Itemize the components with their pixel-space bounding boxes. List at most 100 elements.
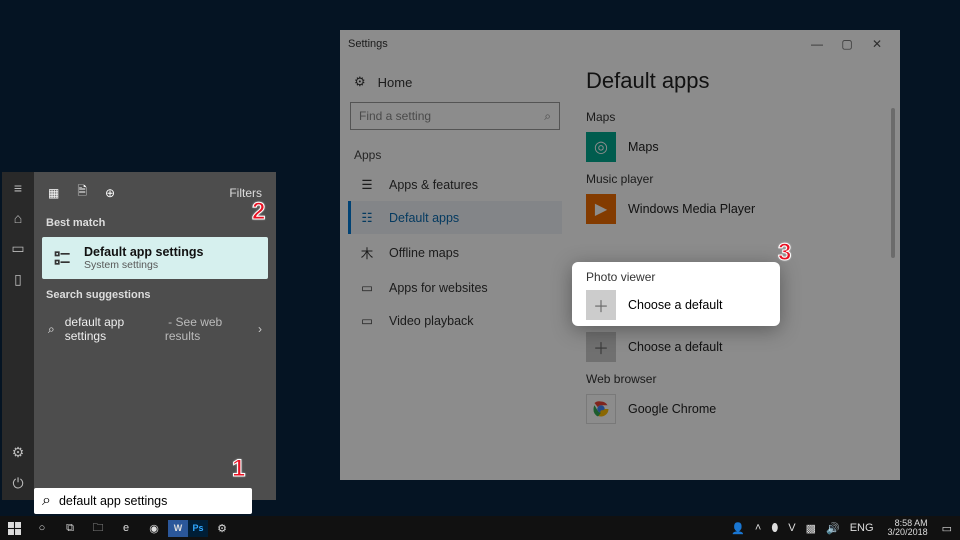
settings-gear-icon[interactable]: ⚙ xyxy=(12,444,25,461)
chevron-right-icon: › xyxy=(258,322,262,336)
action-center-icon[interactable]: ▭ xyxy=(942,522,952,535)
default-web-app: Google Chrome xyxy=(628,402,716,416)
clock-date: 3/20/2018 xyxy=(888,528,928,537)
apps-scope-icon[interactable]: ▦ xyxy=(48,186,59,200)
window-controls: — ▢ ✕ xyxy=(802,30,892,58)
default-photo-row[interactable]: ＋ Choose a default xyxy=(586,290,766,320)
search-icon: ⌕ xyxy=(544,109,551,124)
nav-apps-websites[interactable]: ▭ Apps for websites xyxy=(348,271,562,304)
edge-icon[interactable]: e xyxy=(112,516,140,540)
people-icon[interactable]: 👤 xyxy=(731,522,745,535)
search-scope-icons: ▦ 🗎 ⊕ Filters xyxy=(34,172,276,213)
search-icon: ⌕ xyxy=(42,492,51,510)
annotation-2: 2 xyxy=(252,198,265,226)
volume-icon[interactable]: 🔊 xyxy=(826,522,840,535)
picture-icon[interactable]: ▯ xyxy=(14,271,22,288)
suggestion-hint: See web results xyxy=(165,315,222,343)
wmp-app-icon: ▶ xyxy=(586,194,616,224)
titlebar: Settings — ▢ ✕ xyxy=(340,30,900,58)
default-photo-app: Choose a default xyxy=(628,298,723,312)
best-match-subtitle: System settings xyxy=(84,259,203,271)
taskbar: ○ ⧉ 🗀 e ◉ W Ps ⚙ 👤 ˄ ⬮ V ▩ 🔊 ENG 8:58 AM… xyxy=(0,516,960,540)
nav-video-playback[interactable]: ▭ Video playback xyxy=(348,304,562,337)
best-match-result[interactable]: Default app settings System settings xyxy=(42,237,268,279)
nav-offline-maps[interactable]: ⽊ Offline maps xyxy=(348,234,562,271)
category-photo-label: Photo viewer xyxy=(586,270,766,284)
maximize-button[interactable]: ▢ xyxy=(832,30,862,58)
search-input[interactable] xyxy=(59,494,244,508)
scrollbar[interactable] xyxy=(891,108,895,258)
start-button[interactable] xyxy=(0,516,28,540)
annotation-1: 1 xyxy=(232,455,245,483)
photo-viewer-card[interactable]: Photo viewer ＋ Choose a default xyxy=(572,262,780,326)
tray-v-icon[interactable]: V xyxy=(788,522,795,534)
close-button[interactable]: ✕ xyxy=(862,30,892,58)
system-tray: 👤 ˄ ⬮ V ▩ 🔊 ENG 8:58 AM 3/20/2018 ▭ xyxy=(731,519,960,537)
find-setting-input[interactable]: Find a setting ⌕ xyxy=(350,102,560,130)
nav-apps-features[interactable]: ☰ Apps & features xyxy=(348,168,562,201)
find-setting-placeholder: Find a setting xyxy=(359,109,431,123)
file-explorer-icon[interactable]: 🗀 xyxy=(84,516,112,540)
search-icon: ⌕ xyxy=(48,322,55,337)
maps-app-icon: ◎ xyxy=(586,132,616,162)
minimize-button[interactable]: — xyxy=(802,30,832,58)
start-search-box[interactable]: ⌕ xyxy=(34,488,252,514)
power-icon[interactable]: ⏻ xyxy=(12,475,23,492)
nav-home[interactable]: ⚙ Home xyxy=(348,66,562,98)
nav-default-apps[interactable]: ☷ Default apps xyxy=(348,201,562,234)
settings-window: Settings — ▢ ✕ ⚙ Home Find a setting ⌕ A… xyxy=(340,30,900,480)
gear-icon: ⚙ xyxy=(354,74,366,90)
network-icon[interactable]: ▩ xyxy=(806,522,816,535)
default-maps-app: Maps xyxy=(628,140,659,154)
home-icon[interactable]: ⌂ xyxy=(14,210,22,226)
chrome-app-icon xyxy=(586,394,616,424)
best-match-label: Best match xyxy=(34,213,276,235)
plus-icon: ＋ xyxy=(586,290,616,320)
plus-icon: ＋ xyxy=(586,332,616,362)
default-video-row[interactable]: ＋ Choose a default xyxy=(586,332,884,362)
language-indicator[interactable]: ENG xyxy=(850,522,874,534)
settings-taskbar-icon[interactable]: ⚙ xyxy=(208,516,236,540)
task-view-button[interactable]: ⧉ xyxy=(56,516,84,540)
home-label: Home xyxy=(378,75,413,90)
hamburger-icon[interactable]: ≡ xyxy=(14,180,22,196)
suggestions-label: Search suggestions xyxy=(34,285,276,307)
default-music-app: Windows Media Player xyxy=(628,202,755,216)
nav-label: Default apps xyxy=(389,211,459,225)
web-scope-icon[interactable]: ⊕ xyxy=(105,186,115,200)
cortana-button[interactable]: ○ xyxy=(28,516,56,540)
category-music-label: Music player xyxy=(586,172,884,186)
nav-label: Apps & features xyxy=(389,178,478,192)
settings-result-icon xyxy=(52,247,74,269)
start-rail: ≡ ⌂ ▭ ▯ ⚙ ⏻ xyxy=(2,172,34,500)
category-maps-label: Maps xyxy=(586,110,884,124)
chrome-taskbar-icon[interactable]: ◉ xyxy=(140,516,168,540)
document-icon[interactable]: ▭ xyxy=(11,240,24,257)
category-web-label: Web browser xyxy=(586,372,884,386)
video-icon: ▭ xyxy=(359,313,375,328)
default-video-app: Choose a default xyxy=(628,340,723,354)
window-title: Settings xyxy=(348,38,802,50)
tray-chevron-icon[interactable]: ˄ xyxy=(755,522,761,534)
default-music-row[interactable]: ▶ Windows Media Player xyxy=(586,194,884,224)
nav-label: Apps for websites xyxy=(389,281,488,295)
best-match-title: Default app settings xyxy=(84,245,203,259)
list-icon: ☰ xyxy=(359,177,375,192)
clock[interactable]: 8:58 AM 3/20/2018 xyxy=(884,519,932,537)
page-title: Default apps xyxy=(586,68,884,94)
suggestion-query: default app settings xyxy=(65,315,155,343)
nav-label: Video playback xyxy=(389,314,474,328)
photoshop-icon[interactable]: Ps xyxy=(188,520,208,537)
word-icon[interactable]: W xyxy=(168,520,188,537)
documents-scope-icon[interactable]: 🗎 xyxy=(77,182,87,203)
annotation-3: 3 xyxy=(778,239,791,267)
tray-app-icon[interactable]: ⬮ xyxy=(771,522,778,535)
defaults-icon: ☷ xyxy=(359,210,375,225)
default-maps-row[interactable]: ◎ Maps xyxy=(586,132,884,162)
map-icon: ⽊ xyxy=(359,243,375,262)
website-icon: ▭ xyxy=(359,280,375,295)
start-search-panel: ▦ 🗎 ⊕ Filters Best match Default app set… xyxy=(34,172,276,500)
default-web-row[interactable]: Google Chrome xyxy=(586,394,884,424)
nav-label: Offline maps xyxy=(389,246,459,260)
search-suggestion[interactable]: ⌕ default app settings - See web results… xyxy=(34,307,276,351)
